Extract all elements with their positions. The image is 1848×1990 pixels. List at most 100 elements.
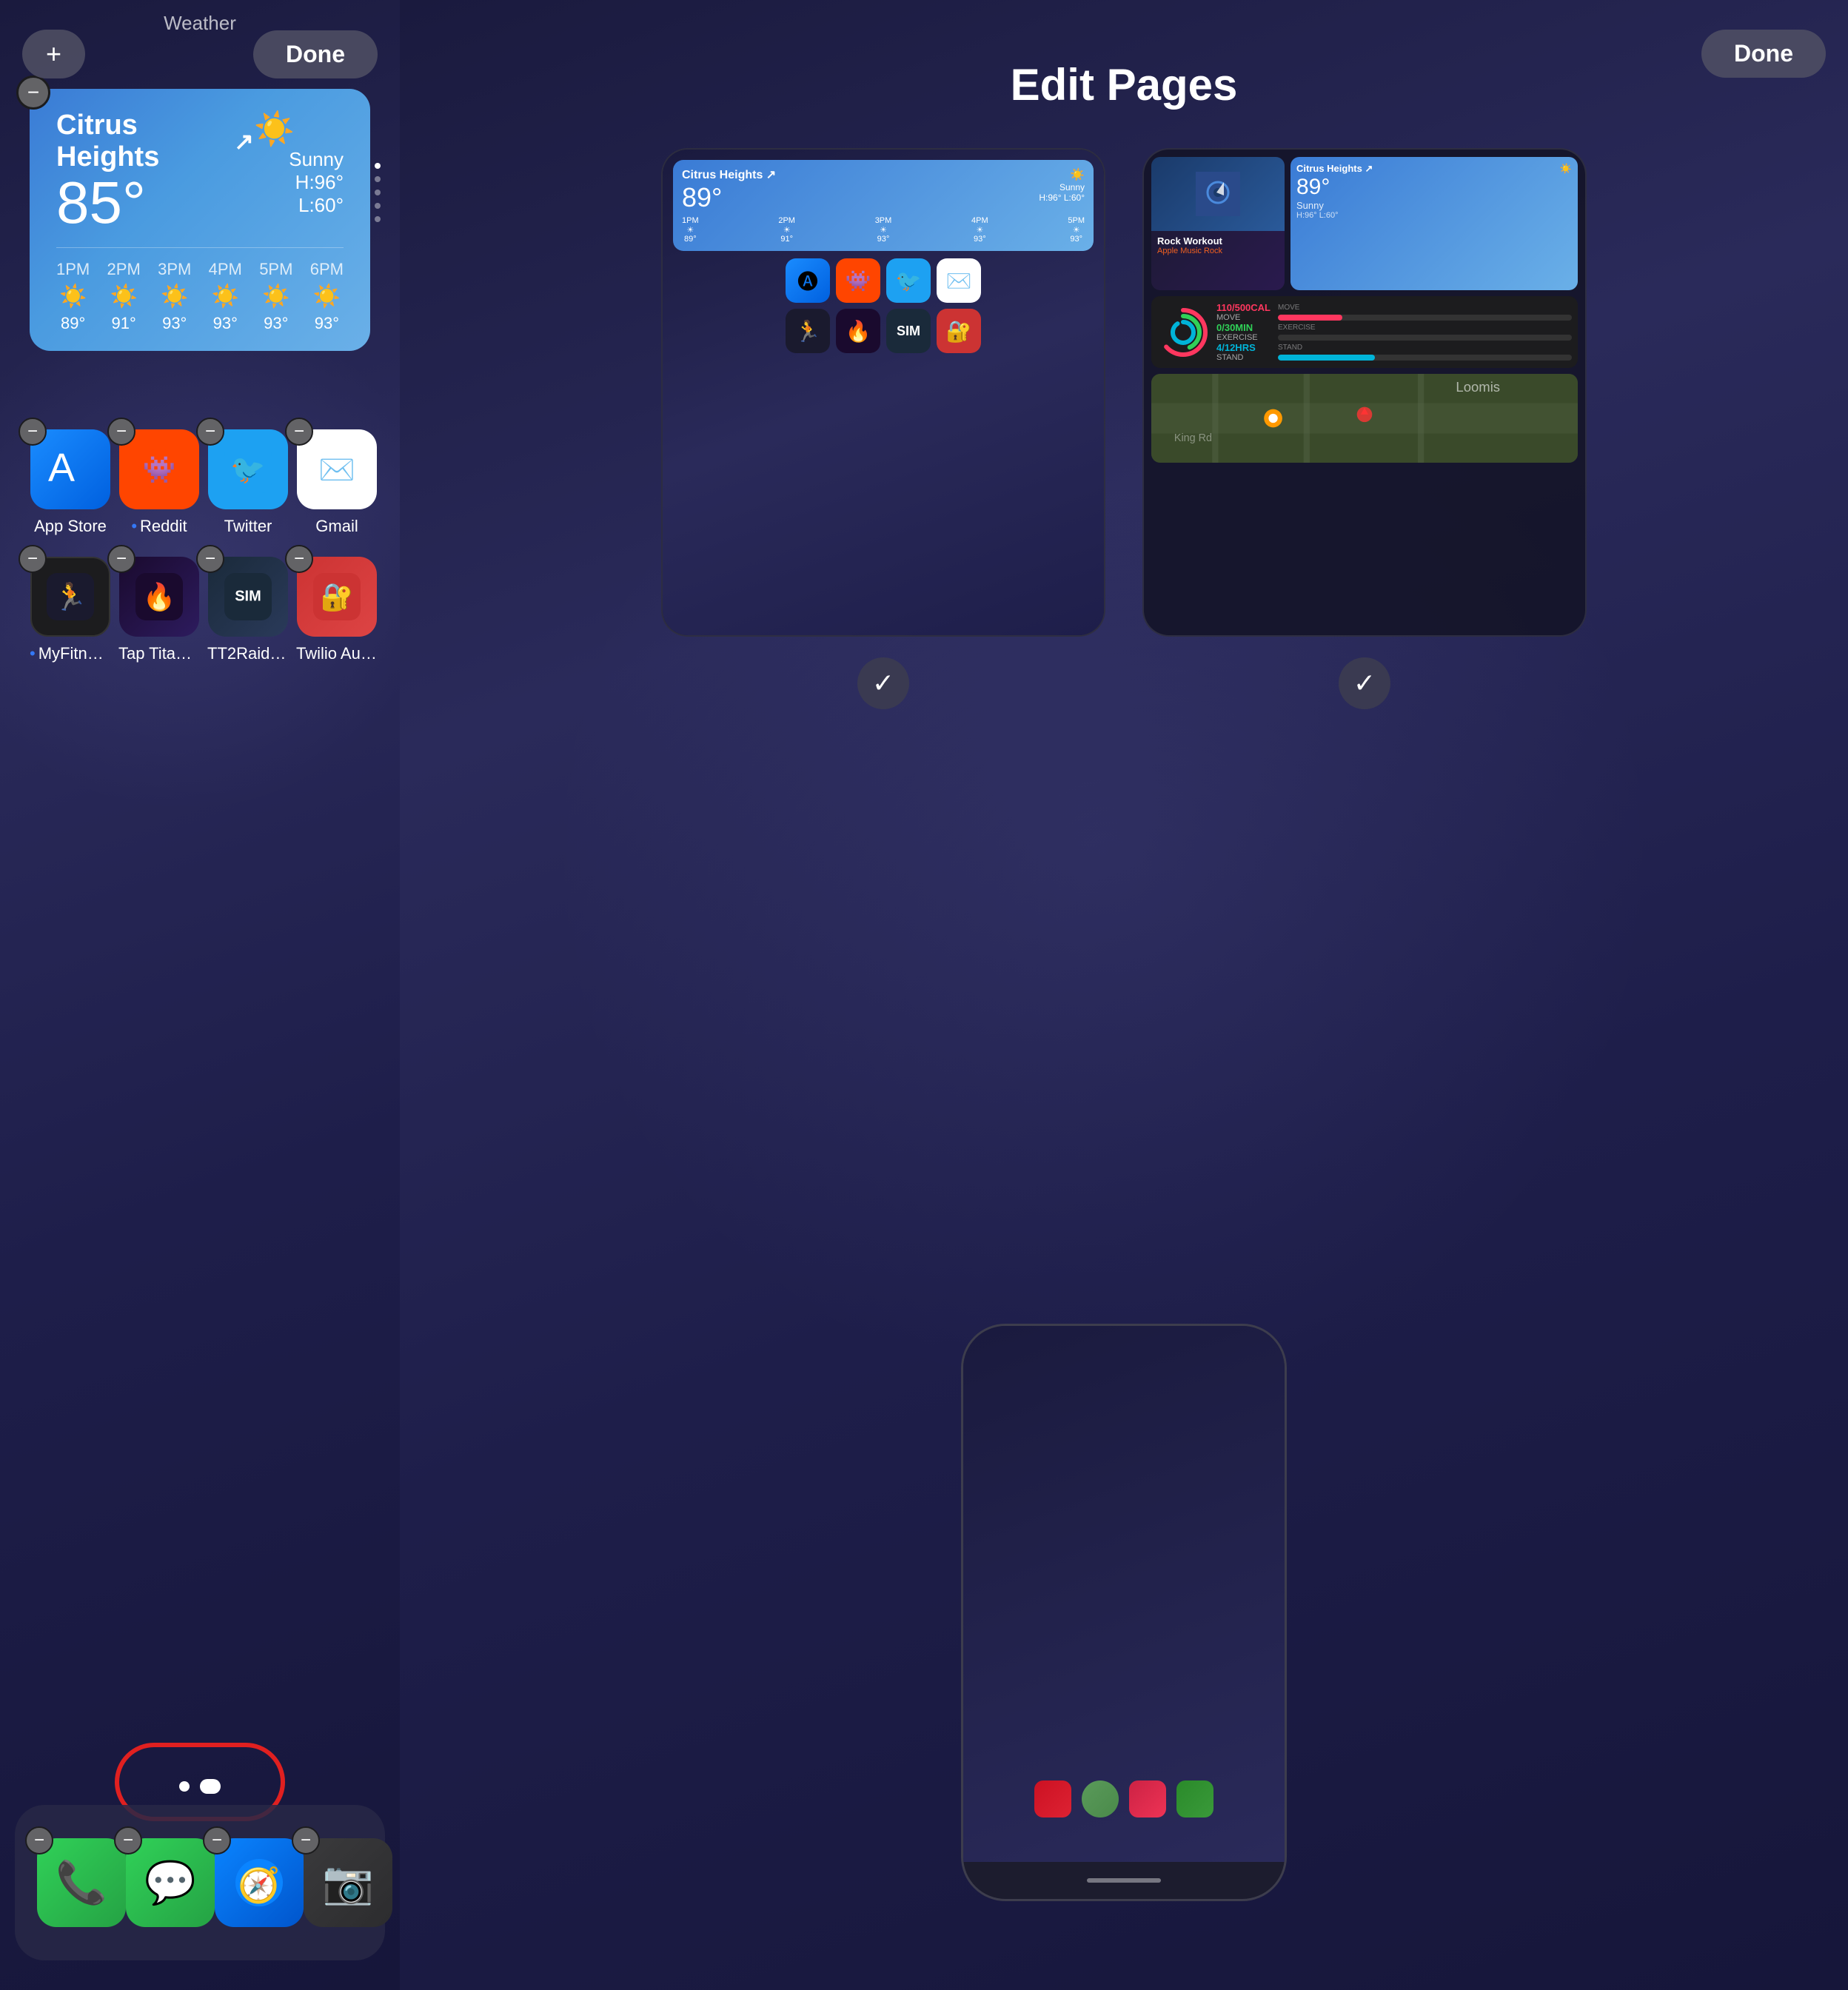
svg-text:🔐: 🔐 [321,582,354,612]
svg-text:💬: 💬 [144,1859,196,1906]
thumb2-music-widget: Rock Workout Apple Music Rock [1151,157,1285,290]
weather-temp: 85° [56,173,254,232]
remove-safari-button[interactable]: − [203,1826,231,1855]
page-dot-2 [375,176,381,182]
iphone-mockup [961,1324,1287,1901]
app-item-reddit[interactable]: − 👾 Reddit [118,429,200,536]
remove-reddit-button[interactable]: − [107,418,135,446]
remove-tt2-button[interactable]: − [196,545,224,573]
right-done-button[interactable]: Done [1701,30,1826,78]
thumbnail-frame-2: Rock Workout Apple Music Rock Citrus Hei… [1142,148,1587,637]
thumbnail-page-2[interactable]: Rock Workout Apple Music Rock Citrus Hei… [1142,148,1587,709]
page2-checkmark[interactable]: ✓ [1339,657,1390,709]
remove-appstore-button[interactable]: − [19,418,47,446]
thumbnail-frame-1: Citrus Heights ↗ ☀️ 89° Sunny H:96° L:60… [661,148,1105,637]
svg-text:🐦: 🐦 [230,455,265,486]
remove-taptitans-button[interactable]: − [107,545,135,573]
app-item-gmail[interactable]: − ✉️ Gmail [296,429,378,536]
thumb2-map-widget: Loomis King Rd [1151,374,1578,463]
dock-item-safari[interactable]: − 🧭 [215,1838,304,1927]
weather-widget: − Citrus Heights ↗ 85° ☀️ Sunny H:96° L:… [30,89,370,351]
remove-gmail-button[interactable]: − [285,418,313,446]
thumb-app-row-1: 🅐 👾 🐦 ✉️ [673,258,1094,303]
app-item-appstore[interactable]: − A App Store [30,429,111,536]
thumbnails-row: Citrus Heights ↗ ☀️ 89° Sunny H:96° L:60… [661,148,1587,709]
dock-item-camera[interactable]: − 📷 [304,1838,392,1927]
thumb-app-taptitans: 🔥 [836,309,880,353]
dock-item-phone[interactable]: − 📞 [37,1838,126,1927]
right-edit-pages-panel: Done Edit Pages Citrus Heights ↗ ☀️ 89° [400,0,1848,1990]
svg-text:SIM: SIM [235,588,261,604]
svg-text:🏃: 🏃 [54,582,87,612]
iphone-app-2 [1082,1780,1119,1818]
messages-icon: 💬 [126,1838,215,1927]
thumb-app-tt2: SIM [886,309,931,353]
safari-icon: 🧭 [215,1838,304,1927]
right-top-bar: Done [400,30,1848,78]
iphone-app-4 [1176,1780,1213,1818]
left-done-button[interactable]: Done [253,30,378,78]
phone-icon: 📞 [37,1838,126,1927]
page-dot-3 [375,190,381,195]
iphone-app-row [978,1780,1270,1818]
camera-icon: 📷 [304,1838,392,1927]
remove-twitter-button[interactable]: − [196,418,224,446]
twitter-label: Twitter [224,517,272,536]
weather-hour-2pm: 2PM☀️91° [107,260,141,333]
thumb-app-myfitness: 🏃 [786,309,830,353]
page-dots [375,163,381,222]
thumb-app-reddit: 👾 [836,258,880,303]
add-widget-button[interactable]: + [22,30,85,78]
weather-hour-5pm: 5PM☀️93° [259,260,292,333]
thumb-inner-1: Citrus Heights ↗ ☀️ 89° Sunny H:96° L:60… [663,150,1104,635]
thumbnail-page-1[interactable]: Citrus Heights ↗ ☀️ 89° Sunny H:96° L:60… [661,148,1105,709]
weather-remove-button[interactable]: − [16,76,50,110]
weather-condition: Sunny H:96° L:60° [254,148,344,217]
thumb-app-gmail: ✉️ [937,258,981,303]
app-grid: − A App Store − 👾 Reddit − 🐦 [30,429,370,663]
twilio-label: Twilio Authy [296,644,378,663]
app-item-twitter[interactable]: − 🐦 Twitter [207,429,289,536]
music-artwork [1151,157,1285,231]
dock-item-messages[interactable]: − 💬 [126,1838,215,1927]
page1-checkmark[interactable]: ✓ [857,657,909,709]
iphone-screen [963,1326,1285,1862]
remove-twilio-button[interactable]: − [285,545,313,573]
remove-camera-button[interactable]: − [292,1826,320,1855]
left-top-bar: + Done [0,30,400,78]
page-dot-5 [375,216,381,222]
svg-text:📞: 📞 [56,1857,107,1906]
location-arrow-icon: ↗ [234,127,254,155]
weather-hour-6pm: 6PM☀️93° [310,260,344,333]
thumb2-inner: Rock Workout Apple Music Rock Citrus Hei… [1144,150,1585,635]
gmail-label: Gmail [315,517,358,536]
thumb2-top-row: Rock Workout Apple Music Rock Citrus Hei… [1151,157,1578,290]
left-home-screen: + Done − Citrus Heights ↗ 85° ☀️ Sunny H… [0,0,400,1990]
svg-text:✉️: ✉️ [318,454,355,486]
weather-hour-4pm: 4PM☀️93° [209,260,242,333]
music-info: Rock Workout Apple Music Rock [1151,231,1285,260]
app-item-twilio[interactable]: − 🔐 Twilio Authy [296,557,378,663]
svg-text:Loomis: Loomis [1456,379,1500,395]
app-item-myfitness[interactable]: − 🏃 MyFitnessPal [30,557,111,663]
thumb2-weather-city: Citrus Heights ↗ ☀️ [1296,163,1572,175]
app-item-taptitans[interactable]: − 🔥 Tap Titans 2 [118,557,200,663]
remove-myfitness-button[interactable]: − [19,545,47,573]
app-item-tt2[interactable]: − SIM TT2RaidOptimi... [207,557,289,663]
remove-phone-button[interactable]: − [25,1826,53,1855]
myfitness-label: MyFitnessPal [30,644,111,663]
weather-sun-icon: ☀️ [254,110,344,148]
page-dot-1 [375,163,381,169]
iphone-app-1 [1034,1780,1071,1818]
appstore-label: App Store [34,517,107,536]
iphone-home-indicator [963,1862,1285,1899]
thumb-app-row-2: 🏃 🔥 SIM 🔐 [673,309,1094,353]
thumb-app-appstore: 🅐 [786,258,830,303]
thumb-weather-widget: Citrus Heights ↗ ☀️ 89° Sunny H:96° L:60… [673,160,1094,251]
page-dot-4 [375,203,381,209]
thumb2-weather-temp: 89° [1296,175,1572,200]
svg-text:👾: 👾 [143,455,176,485]
iphone-app-3 [1129,1780,1166,1818]
remove-messages-button[interactable]: − [114,1826,142,1855]
weather-hour-1pm: 1PM☀️89° [56,260,90,333]
